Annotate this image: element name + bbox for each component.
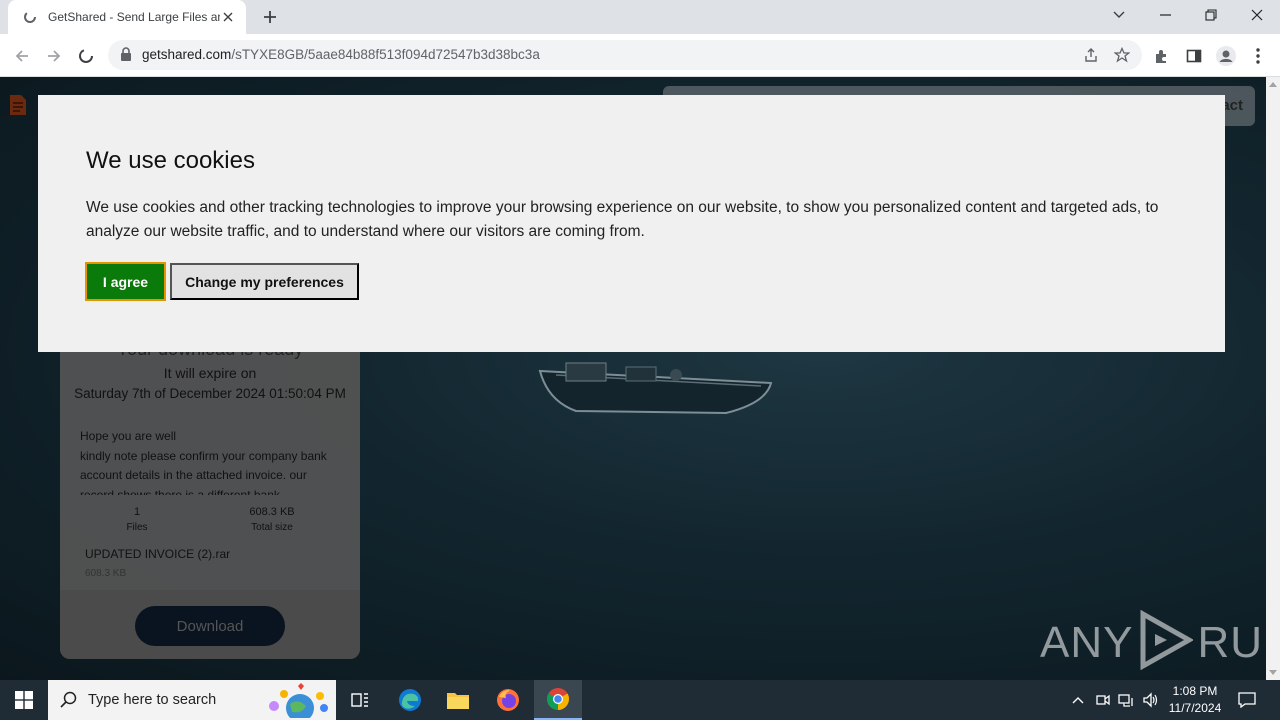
scroll-up-arrow-icon[interactable] [1269, 82, 1277, 87]
minimize-icon[interactable] [1142, 0, 1188, 30]
volume-icon[interactable] [1141, 690, 1161, 710]
new-tab-icon[interactable] [258, 5, 282, 29]
search-placeholder: Type here to search [88, 692, 217, 708]
anyrun-watermark: ANY RUN [1040, 609, 1266, 675]
site-logo-icon[interactable] [8, 93, 28, 117]
sender-message: Hope you are well kindly note please con… [80, 429, 327, 495]
scroll-down-arrow-icon[interactable] [1269, 670, 1277, 675]
clock-date: 11/7/2024 [1168, 701, 1222, 715]
expire-label: It will expire on [163, 365, 257, 381]
url-domain: getshared.com [142, 47, 232, 62]
notifications-icon[interactable] [1234, 688, 1260, 712]
taskbar-search[interactable]: Type here to search [48, 680, 336, 720]
start-button-icon[interactable] [0, 680, 48, 720]
show-hidden-icons-chevron-icon[interactable] [1068, 690, 1088, 710]
back-icon[interactable] [8, 42, 36, 70]
url-path: /sTYXE8GB/5aae84b88f513f094d72547b3d38bc… [231, 47, 540, 62]
cookie-consent-dialog: We use cookies We use cookies and other … [38, 95, 1225, 352]
url-text: getshared.com/sTYXE8GB/5aae84b88f513f094… [142, 47, 540, 62]
address-bar[interactable]: getshared.com/sTYXE8GB/5aae84b88f513f094… [108, 40, 1142, 70]
close-window-icon[interactable] [1234, 0, 1280, 30]
firefox-icon[interactable] [484, 680, 532, 720]
agree-button[interactable]: I agree [85, 262, 166, 301]
tab-close-icon[interactable] [220, 9, 236, 25]
file-name: UPDATED INVOICE (2).rar [85, 547, 231, 561]
network-icon[interactable] [1117, 690, 1137, 710]
chrome-icon[interactable] [534, 680, 582, 720]
extensions-icon[interactable] [1148, 42, 1176, 70]
size-stat: 608.3 KB Total size [222, 506, 322, 533]
download-stats: 1 Files 608.3 KB Total size [60, 500, 360, 540]
stop-loading-icon[interactable] [72, 42, 100, 70]
watermark-text-left: ANY [1040, 617, 1134, 667]
browser-toolbar: getshared.com/sTYXE8GB/5aae84b88f513f094… [0, 34, 1280, 77]
download-footer: Download [60, 590, 360, 659]
side-panel-icon[interactable] [1180, 42, 1208, 70]
tab-title: GetShared - Send Large Files and [48, 10, 220, 24]
files-count: 1 [133, 506, 141, 518]
file-explorer-icon[interactable] [434, 680, 482, 720]
loading-favicon-icon [22, 9, 38, 25]
files-stat: 1 Files [87, 506, 187, 533]
download-button[interactable]: Download [135, 606, 285, 646]
clock-time: 1:08 PM [1172, 684, 1218, 698]
watermark-text-right: RUN [1197, 617, 1266, 667]
total-size: 608.3 KB [249, 506, 295, 518]
change-preferences-button[interactable]: Change my preferences [170, 263, 359, 300]
tab-search-icon[interactable] [1096, 0, 1142, 30]
boat-image [536, 353, 776, 428]
cookie-description: We use cookies and other tracking techno… [86, 199, 1159, 240]
cookie-title: We use cookies [86, 147, 255, 174]
browser-menu-icon[interactable] [1244, 42, 1272, 70]
windows-taskbar: Type here to search 1:08 PM 11/7/2024 [0, 680, 1280, 720]
search-icon [60, 690, 80, 710]
play-triangle-icon [1137, 609, 1195, 675]
meet-now-icon[interactable] [1093, 690, 1113, 710]
files-label: Files [126, 522, 148, 533]
tab-strip: GetShared - Send Large Files and [0, 0, 1280, 34]
share-icon[interactable] [1080, 44, 1102, 66]
lock-icon [120, 47, 132, 66]
task-view-icon[interactable] [336, 680, 384, 720]
expire-date: Saturday 7th of December 2024 01:50:04 P… [74, 386, 346, 401]
bookmark-star-icon[interactable] [1111, 44, 1133, 66]
forward-icon[interactable] [40, 42, 68, 70]
edge-browser-icon[interactable] [386, 680, 434, 720]
file-size: 608.3 KB [85, 568, 127, 579]
page-scrollbar[interactable] [1266, 77, 1280, 680]
browser-tab[interactable]: GetShared - Send Large Files and [8, 0, 246, 34]
total-size-label: Total size [251, 522, 293, 533]
search-highlight-globe-icon [262, 682, 332, 720]
taskbar-clock[interactable]: 1:08 PM 11/7/2024 [1162, 683, 1228, 717]
restore-icon[interactable] [1188, 0, 1234, 30]
profile-avatar-icon[interactable] [1212, 42, 1240, 70]
